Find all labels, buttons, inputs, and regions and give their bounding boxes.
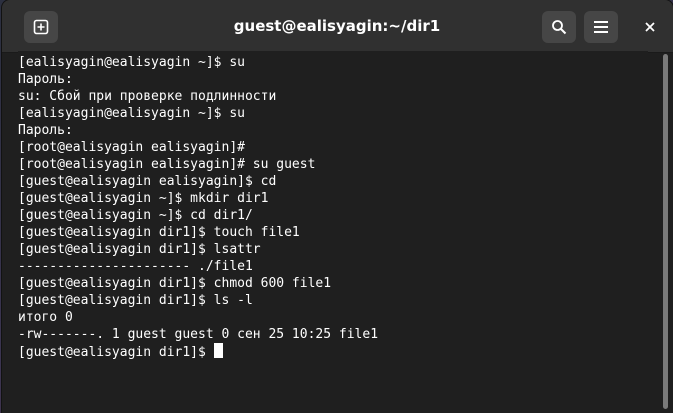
search-icon bbox=[552, 20, 567, 35]
terminal-prompt-line: [guest@ealisyagin dir1]$ bbox=[18, 343, 648, 360]
terminal-line: [ealisyagin@ealisyagin ~]$ su bbox=[18, 55, 245, 70]
terminal-line: ---------------------- ./file1 bbox=[18, 259, 253, 274]
terminal-line: su: Сбой при проверке подлинности bbox=[18, 89, 277, 104]
terminal-line: [guest@ealisyagin ~]$ cd dir1/ bbox=[18, 208, 253, 223]
hamburger-menu-icon bbox=[594, 21, 608, 33]
close-button[interactable] bbox=[634, 11, 666, 43]
terminal-scrollbar[interactable] bbox=[662, 52, 670, 413]
terminal-line: [root@ealisyagin ealisyagin]# su guest bbox=[18, 157, 316, 172]
terminal-line: [guest@ealisyagin dir1]$ lsattr bbox=[18, 242, 261, 257]
new-tab-button[interactable] bbox=[24, 11, 58, 43]
close-icon bbox=[645, 22, 655, 32]
terminal-line: [guest@ealisyagin ealisyagin]$ cd bbox=[18, 174, 277, 189]
terminal-line: Пароль: bbox=[18, 72, 73, 87]
terminal-prompt: [guest@ealisyagin dir1]$ bbox=[18, 345, 206, 360]
terminal-line: [guest@ealisyagin dir1]$ ls -l bbox=[18, 293, 253, 308]
terminal-line: [guest@ealisyagin ~]$ mkdir dir1 bbox=[18, 191, 269, 206]
terminal-output[interactable]: [ealisyagin@ealisyagin ~]$ su Пароль: su… bbox=[18, 51, 648, 413]
terminal-window: guest@ealisyagin:~/dir1 [ealisyagin@eali… bbox=[2, 0, 673, 413]
terminal-line: [guest@ealisyagin dir1]$ touch file1 bbox=[18, 225, 300, 240]
terminal-cursor bbox=[213, 343, 223, 358]
titlebar: guest@ealisyagin:~/dir1 bbox=[2, 0, 673, 53]
terminal-line: итого 0 bbox=[18, 310, 73, 325]
window-title: guest@ealisyagin:~/dir1 bbox=[233, 17, 441, 35]
scrollbar-thumb[interactable] bbox=[663, 54, 668, 409]
terminal-line: [root@ealisyagin ealisyagin]# bbox=[18, 140, 245, 155]
terminal-line: Пароль: bbox=[18, 123, 73, 138]
menu-button[interactable] bbox=[584, 11, 618, 43]
search-button[interactable] bbox=[542, 11, 576, 43]
terminal-line: [guest@ealisyagin dir1]$ chmod 600 file1 bbox=[18, 276, 332, 291]
terminal-line: -rw-------. 1 guest guest 0 сен 25 10:25… bbox=[18, 327, 379, 342]
terminal-line: [ealisyagin@ealisyagin ~]$ su bbox=[18, 106, 245, 121]
new-tab-icon bbox=[33, 19, 49, 35]
